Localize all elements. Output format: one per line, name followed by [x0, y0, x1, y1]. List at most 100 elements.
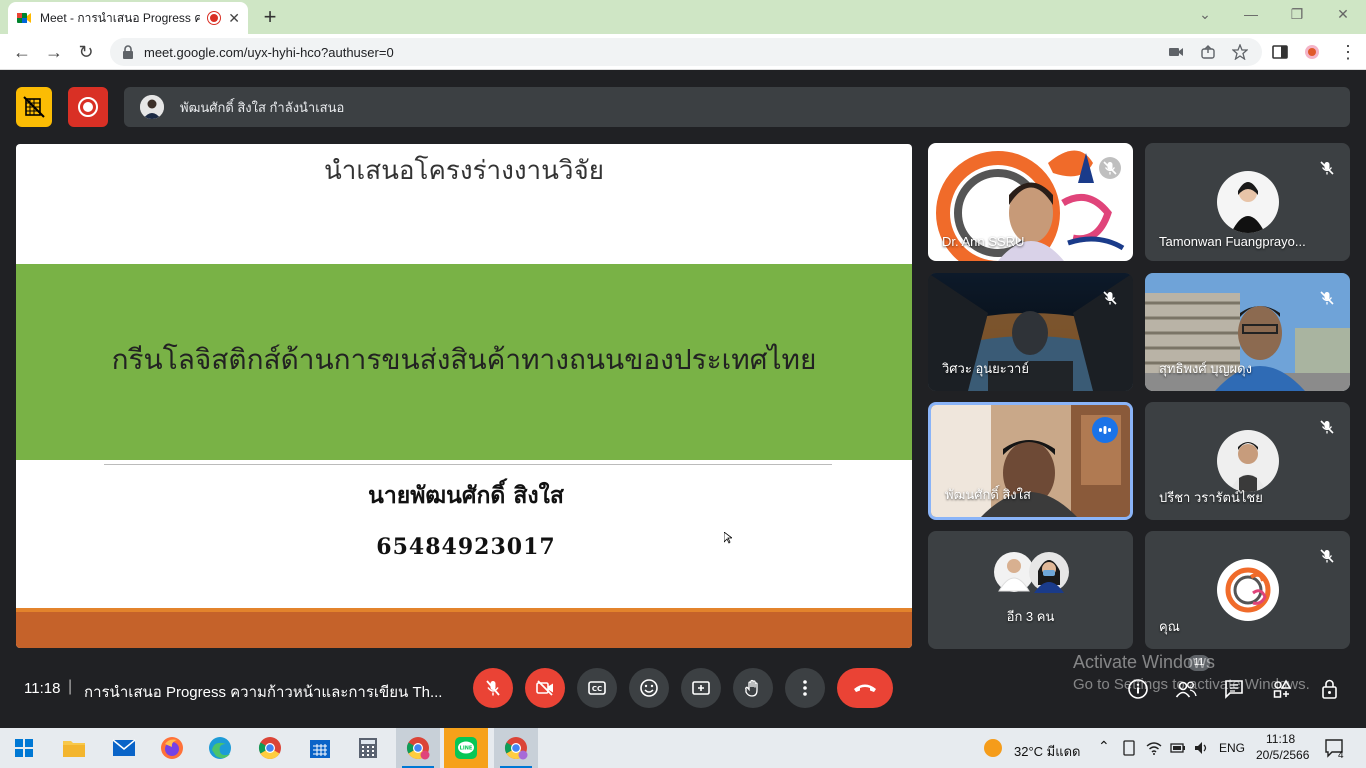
- leave-call-button[interactable]: [837, 668, 893, 708]
- meeting-title: การนำเสนอ Progress ความก้าวหน้าและการเขี…: [84, 684, 443, 701]
- participant-tile[interactable]: วิศวะ อุนยะวาย์: [928, 273, 1133, 391]
- reactions-button[interactable]: [629, 668, 669, 708]
- mail-icon: [112, 739, 136, 756]
- weather-sun-icon[interactable]: [983, 738, 1003, 758]
- captions-button[interactable]: CC: [577, 668, 617, 708]
- device-icon[interactable]: [1122, 740, 1136, 756]
- participant-avatar: [1217, 430, 1279, 492]
- show-hidden-icons[interactable]: ⌃: [1098, 738, 1110, 755]
- chrome-app-active[interactable]: [396, 728, 440, 768]
- meeting-time: 11:18: [24, 680, 61, 697]
- line-app[interactable]: LINE: [444, 728, 488, 768]
- lock-icon: [123, 45, 133, 59]
- meet-tab[interactable]: Meet - การนำเสนอ Progress ควา ✕: [8, 2, 248, 34]
- edge-app[interactable]: [198, 728, 242, 768]
- camera-toggle-button[interactable]: [525, 668, 565, 708]
- close-window-button[interactable]: ✕: [1320, 0, 1366, 30]
- address-bar[interactable]: meet.google.com/uyx-hyhi-hco?authuser=0: [110, 38, 1262, 66]
- forward-arrow-icon[interactable]: →: [42, 40, 66, 64]
- recording-button[interactable]: [68, 87, 108, 127]
- slide-presenter-name: นายพัฒนศักดิ์ สิงใส: [368, 482, 564, 509]
- participant-tile-active-speaker[interactable]: พัฒนศักดิ์ สิงใส: [928, 402, 1133, 520]
- mouse-cursor-icon: [724, 532, 732, 544]
- self-avatar: [1217, 559, 1279, 621]
- participant-tile[interactable]: ปรีชา วรารัตน์ไชย: [1145, 402, 1350, 520]
- volume-icon[interactable]: [1193, 740, 1209, 756]
- presentation-slide: นำเสนอโครงร่างงานวิจัย กรีนโลจิสติกส์ด้า…: [16, 144, 912, 648]
- clock-time[interactable]: 11:18: [1266, 732, 1295, 746]
- windows-taskbar: LINE 32°C มีแดด ⌃ ENG 11:18 20/5/2566 4: [0, 728, 1366, 768]
- participant-avatar: [1029, 552, 1069, 593]
- profile-avatar-icon[interactable]: [1304, 44, 1320, 60]
- mail-app[interactable]: [102, 728, 146, 768]
- new-tab-button[interactable]: +: [256, 4, 284, 30]
- mic-off-icon: [486, 680, 500, 696]
- slide-green-band: กรีนโลจิสติกส์ด้านการขนส่งสินค้าทางถนนขอ…: [16, 264, 912, 460]
- file-explorer-app[interactable]: [52, 728, 96, 768]
- input-language[interactable]: ENG: [1219, 741, 1245, 755]
- bookmark-star-icon[interactable]: [1232, 44, 1248, 60]
- windows-logo-icon: [15, 739, 33, 757]
- mic-off-icon: [1320, 291, 1334, 305]
- mic-off-icon: [1103, 291, 1117, 305]
- hide-self-view-button[interactable]: [16, 87, 52, 127]
- close-tab-icon[interactable]: ✕: [228, 10, 240, 27]
- chrome-profile-icon: [407, 737, 430, 760]
- minimize-button[interactable]: —: [1228, 0, 1274, 30]
- chrome-app[interactable]: [248, 728, 292, 768]
- participant-tile[interactable]: Dr. Ann SSRU: [928, 143, 1133, 261]
- start-button[interactable]: [2, 728, 46, 768]
- battery-icon[interactable]: [1170, 740, 1186, 756]
- side-panel-icon[interactable]: [1272, 44, 1288, 60]
- raise-hand-button[interactable]: [733, 668, 773, 708]
- restore-button[interactable]: ❐: [1274, 0, 1320, 30]
- mic-off-icon: [1320, 420, 1334, 434]
- activate-windows-title: Activate Windows: [1073, 652, 1216, 672]
- share-icon[interactable]: [1200, 44, 1216, 60]
- browser-toolbar: ← → ↻ meet.google.com/uyx-hyhi-hco?authu…: [0, 34, 1366, 70]
- participant-name: คุณ: [1159, 619, 1180, 634]
- participant-tile[interactable]: Tamonwan Fuangprayo...: [1145, 143, 1350, 261]
- closed-captions-icon: CC: [588, 681, 606, 695]
- mic-off-icon: [1320, 549, 1334, 563]
- browser-menu-icon[interactable]: ⋮: [1336, 40, 1360, 64]
- google-meet-icon: [17, 13, 31, 23]
- tab-search-icon[interactable]: ⌄: [1182, 0, 1228, 30]
- url-text: meet.google.com/uyx-hyhi-hco?authuser=0: [144, 44, 394, 60]
- slide-divider: [104, 464, 832, 465]
- weather-text[interactable]: 32°C มีแดด: [1014, 741, 1081, 762]
- camera-icon[interactable]: [1168, 44, 1184, 60]
- others-tile[interactable]: อีก 3 คน: [928, 531, 1133, 649]
- slide-topic: กรีนโลจิสติกส์ด้านการขนส่งสินค้าทางถนนขอ…: [111, 343, 817, 376]
- slide-title: นำเสนอโครงร่างงานวิจัย: [324, 156, 604, 186]
- emoji-icon: [640, 679, 658, 697]
- folder-icon: [63, 741, 85, 757]
- present-now-button[interactable]: [681, 668, 721, 708]
- host-controls-icon[interactable]: [1319, 678, 1341, 700]
- svg-text:CC: CC: [592, 685, 602, 693]
- wifi-icon[interactable]: [1146, 740, 1162, 756]
- participant-name: Dr. Ann SSRU: [942, 234, 1025, 249]
- hand-icon: [745, 679, 758, 697]
- participant-avatar: [1217, 171, 1279, 233]
- speaking-indicator-icon: [1092, 417, 1118, 443]
- firefox-app[interactable]: [150, 728, 194, 768]
- mic-off-icon: [1320, 161, 1334, 175]
- clock-date[interactable]: 20/5/2566: [1256, 748, 1309, 762]
- chrome-profile-icon: [505, 737, 528, 760]
- chrome-app-second[interactable]: [494, 728, 538, 768]
- self-tile[interactable]: คุณ: [1145, 531, 1350, 649]
- tab-title: Meet - การนำเสนอ Progress ควา: [40, 10, 201, 25]
- participant-name: วิศวะ อุนยะวาย์: [942, 361, 1029, 376]
- more-options-button[interactable]: [785, 668, 825, 708]
- line-icon: LINE: [455, 737, 477, 759]
- calculator-app[interactable]: [346, 728, 390, 768]
- calendar-app[interactable]: [298, 728, 342, 768]
- edge-icon: [209, 737, 231, 759]
- browser-tab-bar: Meet - การนำเสนอ Progress ควา ✕ + ⌄ — ❐ …: [0, 0, 1366, 34]
- back-arrow-icon[interactable]: ←: [10, 40, 34, 64]
- presenter-avatar: [140, 95, 164, 119]
- reload-icon[interactable]: ↻: [74, 40, 98, 64]
- microphone-toggle-button[interactable]: [473, 668, 513, 708]
- participant-tile[interactable]: สุทธิพงศ์ บุญผดุง: [1145, 273, 1350, 391]
